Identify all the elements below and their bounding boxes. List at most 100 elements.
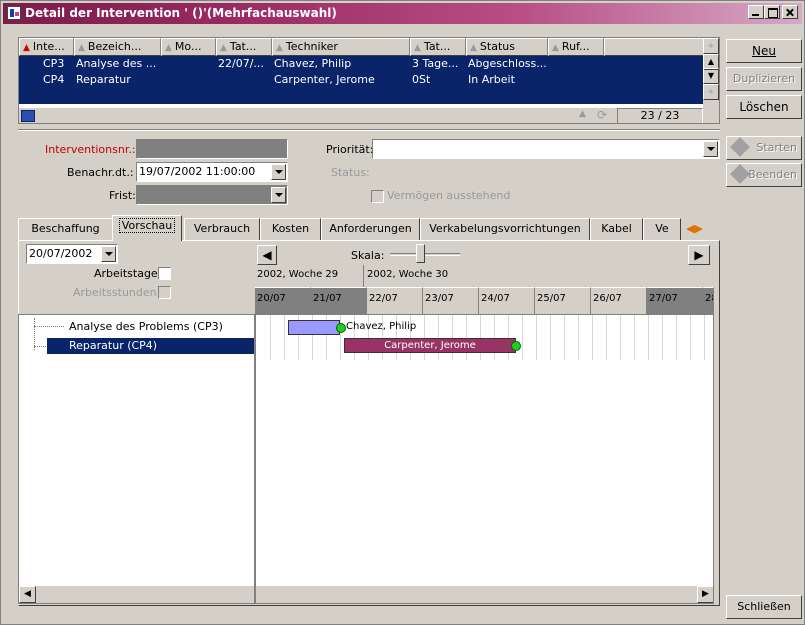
tab-vorschau[interactable]: Vorschau <box>112 215 182 241</box>
tree-scroll-left[interactable]: ◀ <box>19 586 36 603</box>
list-selection-fill <box>19 88 705 104</box>
cell-status: In Arbeit <box>468 73 515 86</box>
priority-dropdown[interactable] <box>372 139 720 159</box>
tab-scroll-arrows[interactable]: ◀▶ <box>686 221 716 237</box>
tab-scroll-right-icon[interactable]: ▶ <box>694 222 702 235</box>
day-cell: 22/07 <box>367 287 423 314</box>
cell-status: Abgeschloss... <box>468 57 547 70</box>
chevron-down-icon[interactable] <box>271 164 286 180</box>
tab-label: Vorschau <box>118 218 176 233</box>
start-button[interactable]: Starten <box>726 136 802 160</box>
list-row[interactable]: CP4 Reparatur Carpenter, Jerome 0St In A… <box>19 72 705 88</box>
schedule-next-button[interactable]: ▶ <box>688 245 710 265</box>
list-vertical-scrollbar[interactable]: + ▲ ▼ + <box>703 38 719 108</box>
asset-pending-label: Vermögen ausstehend <box>387 189 511 202</box>
delete-button[interactable]: Löschen <box>726 95 802 119</box>
day-cell: 23/07 <box>423 287 479 314</box>
finish-button[interactable]: Beenden <box>726 163 802 187</box>
separator <box>18 129 720 131</box>
grid-line <box>536 315 537 360</box>
task-item[interactable]: Analyse des Problems (CP3) <box>67 319 223 335</box>
schedule-date-dropdown[interactable]: 20/07/2002 <box>26 244 118 264</box>
tab-ve[interactable]: Ve <box>643 218 681 240</box>
refresh-icon[interactable]: ⟳ <box>597 108 607 122</box>
grid-line <box>634 315 635 360</box>
tab-anforderungen[interactable]: Anforderungen <box>321 218 420 240</box>
workdays-label: Arbeitstage <box>94 267 158 280</box>
status-label: Status: <box>331 166 370 179</box>
grid-line <box>522 315 523 360</box>
task-bar-label: Chavez, Philip <box>346 321 417 332</box>
window-title: Detail der Intervention ' ()'(Mehrfachau… <box>25 6 337 20</box>
week-divider <box>363 265 364 287</box>
column-header-tat-2[interactable]: ▲ Tat... <box>410 38 466 56</box>
tree-hscrollbar[interactable] <box>36 586 254 603</box>
asset-pending-checkbox[interactable] <box>371 190 384 203</box>
gantt-scroll-right[interactable]: ▶ <box>697 586 713 603</box>
sort-up-icon[interactable]: ▲ <box>579 109 586 119</box>
tab-label: Verkabelungsvorrichtungen <box>429 222 581 235</box>
column-header-modell[interactable]: ▲ Mo... <box>161 38 216 56</box>
notification-date-field[interactable]: 19/07/2002 11:00:00 <box>136 162 288 182</box>
task-item-selected[interactable]: Reparatur (CP4) <box>47 338 254 354</box>
chevron-down-icon[interactable] <box>703 141 718 157</box>
tab-label: Anforderungen <box>329 222 412 235</box>
scale-slider[interactable] <box>390 253 460 256</box>
cell-bezeichnung: Reparatur <box>76 73 131 86</box>
list-row[interactable]: CP3 Analyse des ... 22/07/... Chavez, Ph… <box>19 56 705 72</box>
workhours-checkbox[interactable] <box>158 286 171 299</box>
grid-line <box>676 315 677 360</box>
task-bar[interactable]: Carpenter, Jerome <box>344 338 516 353</box>
column-header-intervention[interactable]: ▲ Inte... <box>19 38 74 56</box>
tab-kabel[interactable]: Kabel <box>590 218 643 240</box>
tab-kosten[interactable]: Kosten <box>260 218 321 240</box>
day-header: 20/07 21/07 22/07 23/07 24/07 25/07 26/0… <box>255 287 714 314</box>
day-cell: 24/07 <box>479 287 535 314</box>
grid-line <box>564 315 565 360</box>
day-cell: 20/07 <box>255 287 311 314</box>
tab-label: Kosten <box>271 222 310 235</box>
chevron-down-icon[interactable] <box>101 246 116 262</box>
tab-verkabelungsvorrichtungen[interactable]: Verkabelungsvorrichtungen <box>420 218 590 240</box>
grid-line <box>704 315 705 360</box>
close-button[interactable]: Schließen <box>726 595 802 619</box>
column-header-techniker[interactable]: ▲ Techniker <box>272 38 410 56</box>
tab-beschaffung[interactable]: Beschaffung <box>18 218 113 240</box>
column-header-empty <box>604 38 705 56</box>
new-button[interactable]: Neu <box>726 39 802 63</box>
gantt-hscrollbar[interactable] <box>256 586 697 603</box>
record-counter: 23 / 23 <box>617 108 703 123</box>
schedule-prev-button[interactable]: ◀ <box>257 245 277 265</box>
scale-slider-thumb[interactable] <box>416 244 425 263</box>
duplicate-button[interactable]: Duplizieren <box>726 67 802 91</box>
task-tree[interactable]: Analyse des Problems (CP3) Reparatur (CP… <box>18 314 255 604</box>
scroll-down-icon[interactable]: ▼ <box>703 68 719 84</box>
day-cell: 26/07 <box>591 287 647 314</box>
column-header-tat-1[interactable]: ▲ Tat... <box>216 38 272 56</box>
maximize-button[interactable] <box>764 5 780 19</box>
grid-line <box>606 315 607 360</box>
tab-verbrauch[interactable]: Verbrauch <box>184 218 260 240</box>
tab-label: Ve <box>655 222 669 235</box>
gantt-chart[interactable]: Chavez, Philip Carpenter, Jerome ▶ <box>255 314 714 604</box>
grid-line <box>578 315 579 360</box>
column-header-status[interactable]: ▲ Status <box>466 38 548 56</box>
deadline-field[interactable] <box>136 185 288 205</box>
minimize-button[interactable] <box>748 5 764 19</box>
table-icon[interactable] <box>21 110 35 122</box>
plus-icon[interactable]: + <box>703 38 719 54</box>
plus-icon[interactable]: + <box>703 84 719 100</box>
close-window-button[interactable] <box>782 5 798 19</box>
task-bar[interactable] <box>288 320 340 335</box>
column-header-ruf[interactable]: ▲ Ruf... <box>548 38 604 56</box>
column-header-bezeichnung[interactable]: ▲ Bezeich... <box>74 38 161 56</box>
chevron-down-icon[interactable] <box>271 187 286 203</box>
workdays-checkbox[interactable] <box>158 267 171 280</box>
interventionsnr-field[interactable] <box>136 139 288 159</box>
intervention-list[interactable]: ▲ Inte... ▲ Bezeich... ▲ Mo... ▲ Tat... ▲ Tec… <box>18 37 720 124</box>
cell-id: CP4 <box>43 73 65 86</box>
title-bar[interactable]: Detail der Intervention ' ()'(Mehrfachau… <box>3 3 802 24</box>
day-cell: 21/07 <box>311 287 367 314</box>
grid-line <box>690 315 691 360</box>
grid-line <box>340 315 341 360</box>
